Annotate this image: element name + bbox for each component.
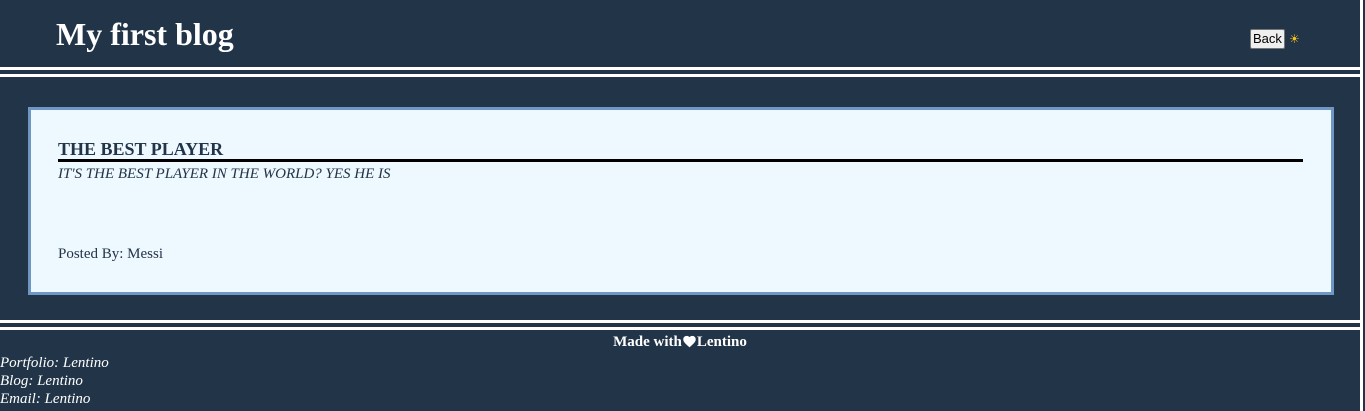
- header-divider-bottom: [0, 74, 1360, 77]
- back-button[interactable]: Back: [1250, 29, 1285, 49]
- post-title-underline: [58, 159, 1303, 162]
- sun-icon[interactable]: ☀: [1289, 31, 1300, 47]
- post-title: THE BEST PLAYER: [58, 139, 224, 159]
- footer-author: Lentino: [696, 334, 747, 350]
- footer-credit: Made with Lentino: [0, 333, 1360, 351]
- made-with-label: Made with: [613, 334, 682, 350]
- site-header: My first blog Back ☀: [0, 0, 1360, 67]
- page: My first blog Back ☀ THE BEST PLAYER IT'…: [0, 0, 1365, 411]
- post-author: Posted By: Messi: [58, 246, 164, 262]
- post-card: THE BEST PLAYER IT'S THE BEST PLAYER IN …: [28, 107, 1334, 295]
- footer-divider-bottom: [0, 327, 1360, 330]
- site-title: My first blog: [56, 16, 234, 52]
- footer-divider-top: [0, 320, 1360, 323]
- header-divider-top: [0, 67, 1360, 70]
- page-edge-line: [1360, 0, 1363, 411]
- post-subtitle: IT'S THE BEST PLAYER IN THE WORLD? YES H…: [58, 166, 391, 182]
- footer-links: Portfolio: Lentino Blog: Lentino Email: …: [0, 354, 109, 408]
- portfolio-link[interactable]: Portfolio: Lentino: [0, 354, 109, 372]
- heart-icon: [683, 335, 696, 348]
- blog-link[interactable]: Blog: Lentino: [0, 372, 109, 390]
- email-link[interactable]: Email: Lentino: [0, 390, 109, 408]
